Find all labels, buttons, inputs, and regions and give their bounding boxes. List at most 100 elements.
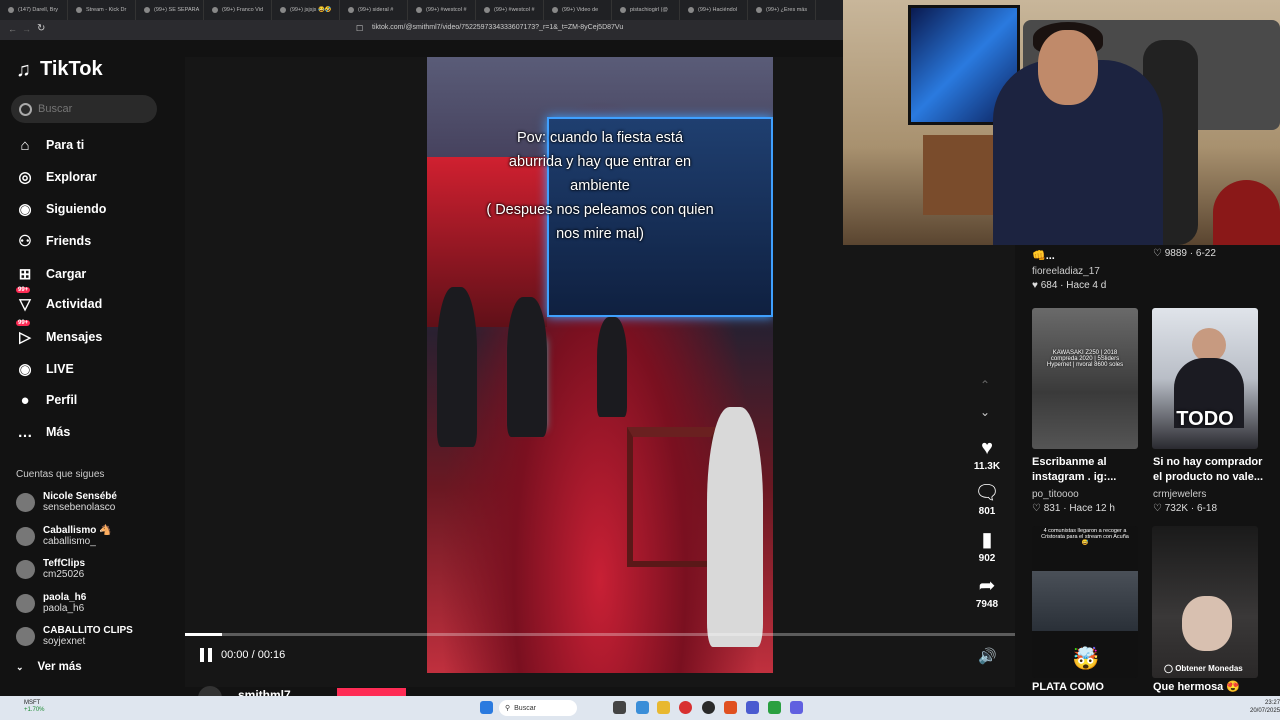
sidebar-item-label: Explorar bbox=[46, 170, 97, 184]
browser-tab[interactable]: (99+) Haciéndol bbox=[680, 0, 748, 20]
following-avatar-icon: ◉ bbox=[18, 201, 32, 218]
sidebar-item-label: Cargar bbox=[46, 267, 87, 281]
profile-icon: ● bbox=[20, 391, 30, 409]
share-icon: ➦ bbox=[978, 575, 996, 597]
video-caption: Pov: cuando la fiesta está aburrida y hay… bbox=[444, 126, 756, 246]
sidebar-item-mensajes[interactable]: ▷ 99+ Mensajes bbox=[16, 320, 102, 349]
followed-account[interactable]: TeffClips cm25026 bbox=[16, 555, 85, 583]
search-box[interactable] bbox=[11, 95, 157, 123]
video-thumbnail[interactable]: TODO bbox=[1152, 308, 1258, 449]
share-button[interactable]: ➦ 7948 bbox=[970, 575, 1004, 610]
back-icon[interactable]: ← bbox=[8, 24, 17, 34]
browser-tab[interactable]: (99+) Video de bbox=[544, 0, 612, 20]
card-title[interactable]: Escribanme al instagram . ig:... bbox=[1032, 455, 1116, 485]
card-author[interactable]: crmjewelers bbox=[1153, 489, 1206, 500]
volume-icon[interactable]: 🔊 bbox=[978, 647, 997, 665]
card-title[interactable]: PLATA COMO bbox=[1032, 680, 1104, 695]
file-explorer-icon[interactable] bbox=[657, 701, 670, 714]
tab-title: (99+) jsjsjs 😂🤣 bbox=[290, 7, 332, 13]
video-thumbnail[interactable]: ◯ Obtener Monedas bbox=[1152, 526, 1258, 678]
browser-tab[interactable]: (147) Darell, Bry bbox=[0, 0, 68, 20]
followed-account[interactable]: paola_h6 paola_h6 bbox=[16, 589, 86, 617]
teams-icon[interactable] bbox=[746, 701, 759, 714]
progress-bar[interactable] bbox=[185, 633, 1015, 636]
like-button[interactable]: ♥ 11.3K bbox=[970, 437, 1004, 472]
comment-count: 801 bbox=[978, 506, 996, 517]
get-coins-button[interactable]: ◯ Obtener Monedas bbox=[1164, 664, 1243, 673]
chrome-icon[interactable] bbox=[702, 701, 715, 714]
clock[interactable]: 23:27 20/07/2025 bbox=[1250, 699, 1280, 715]
video-thumbnail[interactable]: KAWASAKI Z250 | 2018 compreda 2020 | 5Sl… bbox=[1032, 308, 1138, 449]
favicon-icon bbox=[552, 7, 558, 13]
sidebar-item-para-ti[interactable]: ⌂ Para ti bbox=[16, 133, 84, 157]
sidebar-item-explorar[interactable]: ◎ Explorar bbox=[16, 165, 97, 189]
comment-button[interactable]: 🗨 801 bbox=[970, 482, 1004, 517]
favicon-icon bbox=[280, 7, 286, 13]
sidebar-item-live[interactable]: ◉ LIVE bbox=[16, 357, 74, 381]
previous-video-icon[interactable]: ⌃ bbox=[980, 378, 990, 392]
stock-widget[interactable]: MSFT +1.70% bbox=[24, 700, 45, 714]
card-title[interactable]: Si no hay comprador el producto no vale..… bbox=[1153, 455, 1263, 485]
browser-tab[interactable]: (99+) ¿Eres más bbox=[748, 0, 816, 20]
heart-icon: ♥ bbox=[981, 437, 993, 459]
kick-icon[interactable] bbox=[768, 701, 781, 714]
top-item-title[interactable]: 👊... bbox=[1032, 249, 1055, 264]
discord-icon[interactable] bbox=[790, 701, 803, 714]
browser-tab[interactable]: (99+) sideral # bbox=[340, 0, 408, 20]
see-more-button[interactable]: ⌄ Ver más bbox=[16, 661, 82, 673]
avatar bbox=[16, 492, 35, 512]
top-item-stats: ♡ 9889 · 6-22 bbox=[1153, 248, 1216, 259]
video-thumbnail[interactable]: 4 comunistas llegaron a recoger a Cristo… bbox=[1032, 526, 1138, 678]
taskbar-search[interactable]: ⚲ Buscar bbox=[499, 700, 577, 716]
browser-tab[interactable]: (99+) #westcol # bbox=[476, 0, 544, 20]
card-author[interactable]: po_titoooo bbox=[1032, 489, 1079, 500]
sidebar-item-friends[interactable]: ⚇ Friends bbox=[16, 229, 91, 253]
forward-icon[interactable]: → bbox=[22, 24, 31, 34]
friends-icon: ⚇ bbox=[18, 233, 32, 250]
url-field[interactable]: tiktok.com/@smithml7/video/7522597334333… bbox=[372, 24, 792, 36]
windows-start-icon[interactable] bbox=[480, 701, 493, 714]
shocked-emoji-icon: 🤯 bbox=[1072, 646, 1100, 671]
account-name: paola_h6 bbox=[43, 592, 87, 603]
app-icon[interactable] bbox=[679, 701, 692, 714]
task-view-icon[interactable] bbox=[613, 701, 626, 714]
browser-tab[interactable]: pistachiogirl (@ bbox=[612, 0, 680, 20]
brave-icon[interactable] bbox=[724, 701, 737, 714]
browser-tab[interactable]: (99+) jsjsjs 😂🤣 bbox=[272, 0, 340, 20]
copilot-icon[interactable] bbox=[636, 701, 649, 714]
browser-tab[interactable]: (99+) Franco Vid bbox=[204, 0, 272, 20]
sidebar-item-siguiendo[interactable]: ◉ Siguiendo bbox=[16, 197, 106, 221]
followed-account[interactable]: Nicole Sensébé sensebenolasco bbox=[16, 488, 117, 516]
sidebar-item-label: LIVE bbox=[46, 362, 74, 376]
followed-account[interactable]: Caballismo 🐴 caballismo_ bbox=[16, 522, 112, 550]
pause-button[interactable] bbox=[200, 648, 214, 662]
reload-icon[interactable]: ↻ bbox=[37, 23, 45, 34]
card-title[interactable]: Que hermosa 😍 bbox=[1153, 680, 1240, 695]
next-video-icon[interactable]: ⌄ bbox=[980, 405, 990, 419]
sidebar-item-cargar[interactable]: ⊞ Cargar bbox=[16, 262, 87, 286]
card-stats: ♡ 831 · Hace 12 h bbox=[1032, 503, 1115, 514]
sidebar-item-m-s[interactable]: … Más bbox=[16, 420, 71, 444]
sidebar-item-label: Para ti bbox=[46, 138, 85, 152]
top-item-likes: ♥ 684 · Hace 4 d bbox=[1032, 280, 1107, 291]
search-input[interactable] bbox=[38, 103, 148, 115]
avatar bbox=[16, 559, 35, 579]
bookmark-icon[interactable]: ☐ bbox=[356, 24, 363, 33]
favicon-icon bbox=[348, 7, 354, 13]
sidebar-item-label: Actividad bbox=[46, 297, 103, 311]
sidebar-item-actividad[interactable]: ▽ 99+ Actividad bbox=[16, 287, 103, 316]
save-button[interactable]: ▮ 902 bbox=[970, 529, 1004, 564]
followed-account[interactable]: CABALLITO CLIPS soyjexnet bbox=[16, 622, 133, 650]
tab-title: (99+) ¿Eres más bbox=[766, 7, 808, 13]
compass-icon: ◎ bbox=[18, 169, 32, 186]
tiktok-logo[interactable]: ♫ TikTok bbox=[16, 58, 103, 81]
browser-tab[interactable]: Stream - Kick Dr bbox=[68, 0, 136, 20]
tab-title: (99+) Franco Vid bbox=[222, 7, 264, 13]
browser-tab[interactable]: (99+) SE SEPARA bbox=[136, 0, 204, 20]
tab-title: (99+) Haciéndol bbox=[698, 7, 737, 13]
caption-line: nos mire mal) bbox=[556, 226, 644, 242]
browser-tab[interactable]: (99+) #westcol # bbox=[408, 0, 476, 20]
top-item-author[interactable]: fioreeladiaz_17 bbox=[1032, 266, 1100, 277]
sidebar-item-perfil[interactable]: ● Perfil bbox=[16, 388, 77, 412]
notification-badge: 99+ bbox=[16, 320, 31, 326]
